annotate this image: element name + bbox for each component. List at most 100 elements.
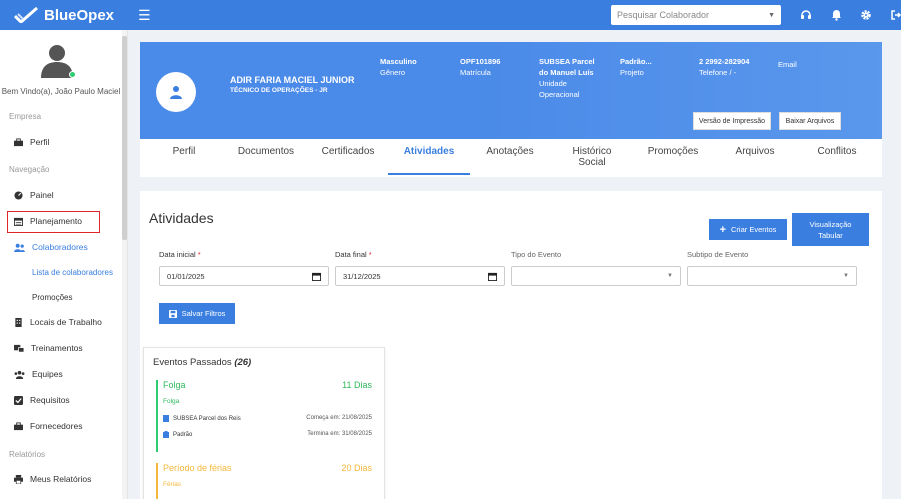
event-name: Folga: [163, 380, 186, 390]
save-filters-label: Salvar Filtros: [181, 309, 226, 318]
create-events-label: Criar Eventos: [731, 225, 777, 234]
profile-role: TÉCNICO DE OPERAÇÕES - JR: [230, 87, 328, 94]
team-icon: [14, 370, 25, 379]
sidebar-item-equipes[interactable]: Equipes: [0, 364, 122, 384]
user-avatar[interactable]: [40, 42, 76, 78]
sidebar-item-requisitos[interactable]: Requisitos: [0, 390, 122, 410]
gender-label: Gênero: [380, 68, 406, 77]
event-location-text: SUBSEA Parcel dos Reis: [173, 415, 241, 422]
tab-conflitos[interactable]: Conflitos: [813, 139, 861, 157]
start-date-label: Data inicial *: [159, 250, 201, 259]
sidebar-item-colaboradores[interactable]: Colaboradores: [0, 237, 122, 257]
building-icon: [163, 415, 169, 422]
sidebar-item-fornecedores[interactable]: Fornecedores: [0, 416, 122, 436]
sidebar-item-meus-relatorios[interactable]: Meus Relatórios: [0, 469, 122, 489]
building-icon: [15, 317, 22, 327]
event-name: Período de férias: [163, 463, 232, 473]
start-date-input[interactable]: 01/01/2025: [159, 266, 329, 286]
tab-documentos[interactable]: Documentos: [234, 139, 298, 157]
start-date-value: 01/01/2025: [167, 271, 205, 281]
main-content: ADIR FARIA MACIEL JUNIOR TÉCNICO DE OPER…: [128, 30, 901, 499]
sidebar-item-painel[interactable]: Painel: [0, 185, 122, 205]
past-events-count: (26): [234, 357, 252, 368]
sidebar-item-lista-colaboradores[interactable]: Lista de colaboradores: [0, 262, 122, 282]
email-label: Email: [778, 60, 797, 69]
calendar-icon[interactable]: [488, 272, 497, 281]
top-navbar: BlueOpex ☰ Pesquisar Colaborador ▼: [0, 0, 901, 30]
tabular-view-button[interactable]: Visualização Tabular: [792, 213, 869, 246]
label-text: Data final: [335, 250, 367, 259]
chevron-down-icon: ▼: [667, 273, 673, 279]
sidebar-item-label: Colaboradores: [32, 242, 88, 252]
brand-name: BlueOpex: [44, 6, 115, 24]
event-subtype-select[interactable]: ▼: [687, 266, 857, 286]
event-item[interactable]: Folga 11 Dias Folga SUBSEA Parcel dos Re…: [156, 380, 372, 452]
event-start: Começa em: 21/08/2025: [306, 415, 372, 421]
sidebar-scrollbar[interactable]: [122, 30, 127, 499]
past-events-card: Eventos Passados (26) Folga 11 Dias Folg…: [143, 347, 385, 499]
scrollbar-thumb[interactable]: [122, 36, 127, 240]
event-duration: 11 Dias: [342, 380, 372, 390]
tab-anotacoes[interactable]: Anotações: [484, 139, 536, 157]
activities-card: Atividades + Criar Eventos Visualização …: [140, 191, 882, 499]
dashboard-icon: [14, 190, 23, 200]
required-marker: *: [197, 250, 201, 259]
sidebar-item-label: Perfil: [30, 137, 50, 147]
sidebar-item-promocoes[interactable]: Promoções: [0, 287, 122, 307]
sidebar-item-label: Requisitos: [30, 395, 70, 405]
chevron-down-icon: ▼: [843, 273, 849, 279]
highlight-box: [7, 211, 100, 233]
print-version-button[interactable]: Versão de Impressão: [693, 112, 771, 130]
tab-arquivos[interactable]: Arquivos: [734, 139, 776, 157]
menu-toggle-icon[interactable]: ☰: [138, 7, 151, 24]
save-filters-button[interactable]: Salvar Filtros: [159, 303, 235, 324]
plus-icon: +: [719, 223, 726, 236]
gear-icon[interactable]: [858, 7, 874, 23]
download-files-button[interactable]: Baixar Arquivos: [779, 112, 841, 130]
title-text: Eventos Passados: [153, 357, 232, 368]
logout-icon[interactable]: [888, 7, 901, 23]
tab-historico-social[interactable]: Histórico Social: [566, 139, 618, 168]
sidebar-item-label: Fornecedores: [30, 421, 83, 431]
phone-field: 2 2992-282904 Telefone / -: [699, 56, 749, 78]
search-collaborator-select[interactable]: Pesquisar Colaborador ▼: [611, 5, 781, 25]
sidebar-item-label: Meus Relatórios: [30, 474, 92, 484]
printer-icon: [14, 474, 23, 484]
sidebar-item-label: Promoções: [32, 292, 73, 302]
sidebar-item-perfil[interactable]: Perfil: [0, 132, 122, 152]
event-end: Termina em: 31/08/2025: [307, 431, 372, 437]
matricula-field: OPF101896 Matrícula: [460, 56, 500, 78]
gender-field: Masculino Gênero: [380, 56, 417, 78]
tab-promocoes[interactable]: Promoções: [646, 139, 700, 157]
tab-perfil[interactable]: Perfil: [166, 139, 202, 157]
project-field: Padrão... Projeto: [620, 56, 652, 78]
profile-header: ADIR FARIA MACIEL JUNIOR TÉCNICO DE OPER…: [140, 42, 882, 139]
online-status-dot: [69, 71, 76, 78]
tab-atividades[interactable]: Atividades: [388, 139, 470, 177]
tab-certificados[interactable]: Certificados: [318, 139, 378, 157]
project-value: Padrão...: [620, 57, 652, 66]
section-relatorios: Relatórios: [9, 450, 46, 459]
profile-tabs: Perfil Documentos Certificados Atividade…: [140, 139, 882, 177]
event-item[interactable]: Período de férias 20 Dias Férias: [156, 463, 372, 499]
past-events-title: Eventos Passados (26): [153, 357, 251, 368]
sidebar-item-locais[interactable]: Locais de Trabalho: [0, 312, 122, 332]
matricula-value: OPF101896: [460, 57, 501, 66]
profile-name: ADIR FARIA MACIEL JUNIOR: [230, 75, 355, 85]
user-icon: [170, 86, 182, 99]
training-icon: [14, 344, 24, 352]
headset-icon[interactable]: [798, 7, 814, 23]
briefcase-icon: [14, 137, 23, 146]
save-icon: [168, 309, 177, 318]
calendar-icon[interactable]: [312, 272, 321, 281]
welcome-text: Bem Vindo(a), João Paulo Maciel: [1, 87, 121, 96]
phone-label: Telefone / -: [699, 68, 737, 77]
sidebar-item-label: Locais de Trabalho: [30, 317, 102, 327]
bell-icon[interactable]: [828, 7, 844, 23]
sidebar-item-label: Lista de colaboradores: [32, 267, 113, 277]
create-events-button[interactable]: + Criar Eventos: [709, 219, 787, 240]
sidebar-item-treinamentos[interactable]: Treinamentos: [0, 338, 122, 358]
end-date-input[interactable]: 31/12/2025: [335, 266, 505, 286]
brand-logo[interactable]: BlueOpex: [0, 0, 128, 30]
event-type-select[interactable]: ▼: [511, 266, 681, 286]
